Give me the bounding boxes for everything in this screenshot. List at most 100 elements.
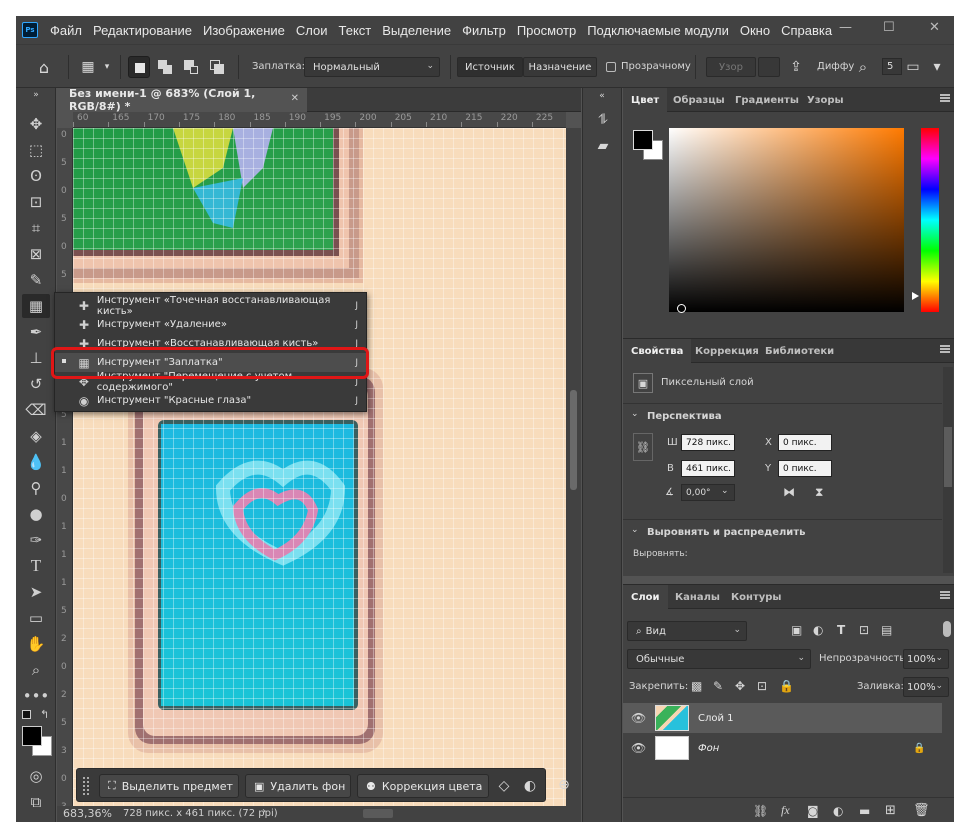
flip-horizontal-icon[interactable]: ⧓ [783, 485, 795, 499]
flyout-item[interactable]: ✚ Инструмент «Удаление» J [55, 315, 368, 334]
filter-pixel-icon[interactable]: ▣ [791, 623, 802, 637]
add-mask-icon[interactable]: ◙ [807, 804, 819, 818]
transparent-checkbox[interactable] [606, 62, 616, 72]
flip-vertical-icon[interactable]: ⧗ [815, 485, 823, 500]
frame-tool-icon[interactable]: ⊠ [22, 242, 50, 266]
opacity-input[interactable]: 100% ⌄ [903, 649, 949, 669]
hue-slider-marker[interactable] [912, 292, 919, 300]
tab-layers[interactable]: Слои [623, 585, 668, 609]
chevron-down-icon[interactable]: ⌄ [721, 486, 729, 496]
visibility-eye-icon[interactable]: 👁 [631, 711, 646, 725]
comments-icon[interactable]: ▰ [593, 136, 613, 156]
menu-file[interactable]: Файл [50, 23, 82, 38]
menu-select[interactable]: Выделение [382, 23, 451, 38]
dodge-tool-icon[interactable]: ⚲ [22, 476, 50, 500]
quick-mask-icon[interactable]: ◎ [22, 764, 50, 788]
panel-menu-icon[interactable] [940, 94, 950, 102]
new-adjustment-layer-icon[interactable]: ◐ [833, 804, 843, 818]
share-icon[interactable]: ⇪ [786, 57, 806, 77]
source-button[interactable]: Источник [457, 57, 523, 77]
width-input[interactable]: 728 пикс. [681, 434, 735, 451]
document-tab[interactable]: Без имени-1 @ 683% (Слой 1, RGB/8#) * ✕ [57, 87, 307, 113]
paint-bucket-tool-icon[interactable]: ◈ [22, 424, 50, 448]
more-tools-icon[interactable]: ••• [22, 684, 50, 708]
move-tool-icon[interactable]: ✥ [22, 112, 50, 136]
tab-gradients[interactable]: Градиенты [727, 88, 807, 112]
hue-slider[interactable] [921, 128, 939, 312]
add-to-selection-button[interactable] [154, 56, 176, 78]
panel-menu-icon[interactable] [940, 591, 950, 599]
pattern-button[interactable]: Узор [706, 57, 756, 77]
layer-filter-dropdown[interactable]: ⌕ Вид ⌄ [627, 621, 747, 641]
menu-help[interactable]: Справка [781, 23, 832, 38]
close-window-button[interactable]: ✕ [929, 20, 940, 35]
rectangle-tool-icon[interactable]: ▭ [22, 606, 50, 630]
flyout-item[interactable]: ◉ Инструмент "Красные глаза" J [55, 391, 368, 410]
menu-edit[interactable]: Редактирование [93, 23, 192, 38]
chevron-down-icon[interactable]: ⌄ [631, 409, 639, 419]
new-layer-icon[interactable]: ⊞ [885, 803, 896, 818]
menu-text[interactable]: Текст [339, 23, 372, 38]
menu-plugins[interactable]: Подключаемые модули [587, 23, 729, 38]
pattern-picker[interactable] [758, 57, 780, 77]
new-selection-button[interactable] [128, 56, 150, 78]
foreground-color-swatch[interactable] [22, 726, 42, 746]
blend-mode-dropdown[interactable]: Обычные ⌄ [627, 649, 811, 669]
status-chevron-icon[interactable]: › [262, 806, 266, 817]
hand-tool-icon[interactable]: ✋ [22, 632, 50, 656]
chevron-down-icon[interactable]: ⌄ [631, 525, 639, 535]
eraser-tool-icon[interactable]: ⌫ [22, 398, 50, 422]
lock-image-icon[interactable]: ✎ [713, 679, 723, 693]
patch-tool-preset-icon[interactable]: ▦ [76, 57, 100, 77]
eyedropper-tool-icon[interactable]: ✎ [22, 268, 50, 292]
type-tool-icon[interactable]: T [22, 554, 50, 578]
menu-window[interactable]: Окно [740, 23, 770, 38]
link-layers-icon[interactable]: ⛓ [753, 804, 768, 818]
menu-image[interactable]: Изображение [203, 23, 285, 38]
brush-tool-icon[interactable]: ✒ [22, 320, 50, 344]
color-correction-button[interactable]: ⚉ Коррекция цвета [357, 774, 489, 798]
tab-color[interactable]: Цвет [623, 88, 668, 112]
vertical-scrollbar[interactable] [566, 128, 581, 822]
lock-all-icon[interactable]: 🔒 [779, 679, 794, 693]
patch-mode-dropdown[interactable]: Нормальный ⌄ [304, 57, 440, 77]
chevron-down-icon[interactable]: ▾ [102, 59, 112, 75]
minimize-button[interactable]: — [839, 20, 852, 35]
arrange-documents-icon[interactable]: ▭ [904, 57, 922, 77]
history-icon[interactable]: ⥮ [593, 110, 613, 130]
tab-patterns[interactable]: Узоры [799, 88, 852, 112]
history-brush-tool-icon[interactable]: ↺ [22, 372, 50, 396]
crop-tool-icon[interactable]: ⌗ [22, 216, 50, 240]
expand-panels-icon[interactable]: « [595, 90, 609, 102]
height-input[interactable]: 461 пикс. [681, 460, 735, 477]
link-icon[interactable]: ⛓ [633, 433, 653, 461]
contrast-icon[interactable]: ◐ [521, 777, 539, 795]
tab-paths[interactable]: Контуры [723, 585, 789, 609]
foreground-color-chip[interactable] [633, 130, 653, 150]
generative-fill-icon[interactable]: ⊕ [554, 776, 574, 794]
color-field[interactable] [669, 128, 904, 313]
zoom-tool-icon[interactable]: ⌕ [22, 658, 50, 682]
menu-view[interactable]: Просмотр [517, 23, 576, 38]
x-input[interactable]: 0 пикс. [778, 434, 832, 451]
workspace-icon[interactable]: ▾ [928, 57, 946, 77]
intersect-selection-button[interactable] [206, 56, 228, 78]
collapse-panel-icon[interactable]: » [22, 88, 50, 102]
fill-input[interactable]: 100% ⌄ [903, 677, 949, 697]
pen-tool-icon[interactable]: ✑ [22, 528, 50, 552]
tab-libraries[interactable]: Библиотеки [757, 339, 842, 363]
subtract-from-selection-button[interactable] [180, 56, 202, 78]
destination-button[interactable]: Назначение [523, 57, 597, 77]
lock-transparent-icon[interactable]: ▩ [691, 679, 702, 693]
visibility-eye-icon[interactable]: 👁 [631, 741, 646, 755]
filter-toggle[interactable] [943, 621, 951, 637]
tab-adjustments[interactable]: Коррекция [687, 339, 767, 363]
tab-properties[interactable]: Свойства [623, 339, 692, 363]
lock-position-icon[interactable]: ✥ [735, 679, 745, 693]
layer-row-layer-1[interactable]: 👁 Слой 1 [623, 703, 942, 733]
filter-shape-icon[interactable]: ⊡ [859, 623, 869, 637]
filter-type-icon[interactable]: T [837, 623, 845, 637]
remove-background-button[interactable]: ▣ Удалить фон [245, 774, 351, 798]
close-tab-icon[interactable]: ✕ [291, 93, 299, 104]
filter-smart-object-icon[interactable]: ▤ [881, 623, 892, 637]
